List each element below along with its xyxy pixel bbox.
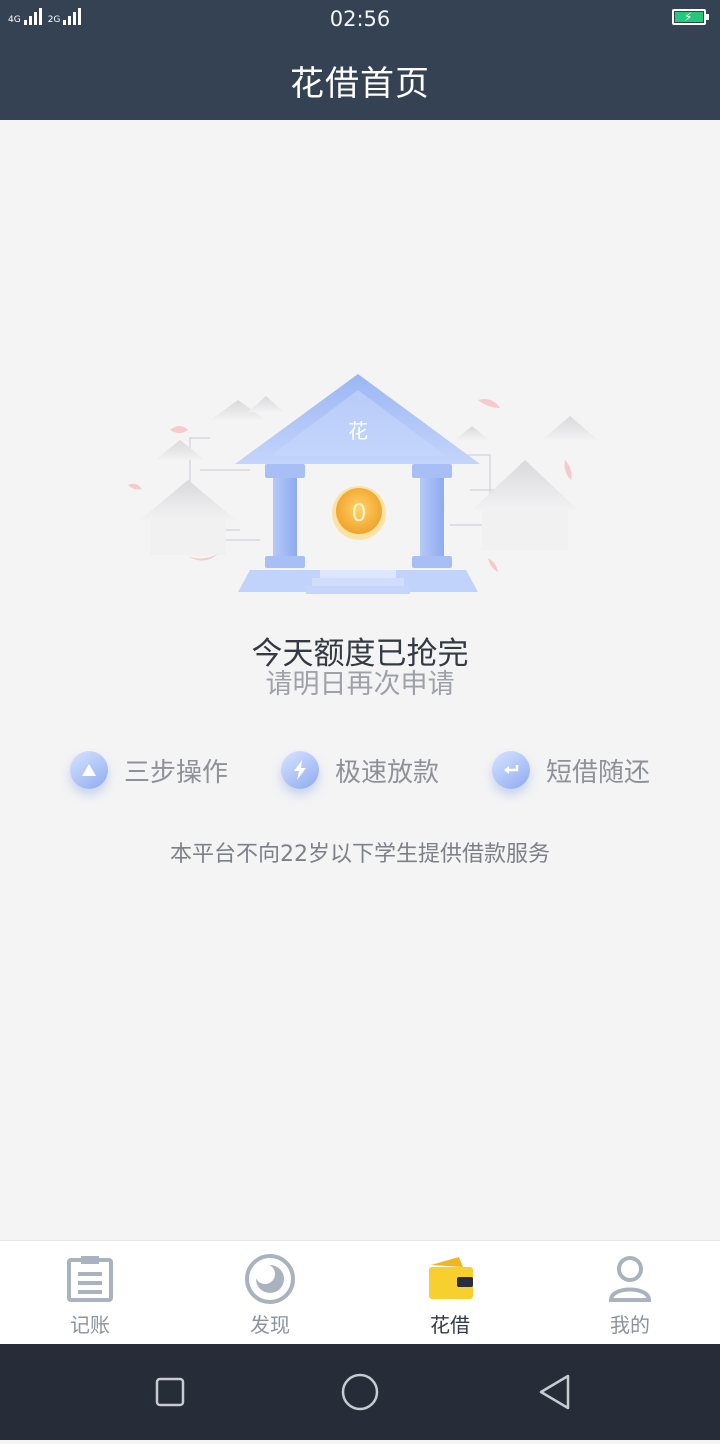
circle-icon <box>341 1373 379 1411</box>
recent-apps-button[interactable] <box>155 1377 185 1407</box>
bank-badge: 花 <box>348 419 368 443</box>
notebook-icon <box>60 1251 120 1307</box>
status-bar: 4G 2G 02:56 ⚡ <box>0 0 720 40</box>
tab-bookkeeping[interactable]: 记账 <box>0 1241 180 1345</box>
profile-icon <box>600 1251 660 1307</box>
tab-discover[interactable]: 发现 <box>180 1241 360 1345</box>
home-button[interactable] <box>341 1373 379 1411</box>
triangle-icon <box>70 751 108 789</box>
tab-label: 我的 <box>610 1313 650 1337</box>
square-icon <box>155 1377 185 1407</box>
lightning-icon <box>281 751 319 789</box>
back-button[interactable] <box>539 1374 570 1410</box>
page-header: 花借首页 <box>0 40 720 120</box>
system-navigation-bar <box>0 1344 720 1440</box>
battery-icon: ⚡ <box>672 9 709 25</box>
tab-label: 记账 <box>70 1313 110 1337</box>
bank-illustration-icon: 花 0 <box>128 374 598 594</box>
tab-label: 发现 <box>250 1313 290 1337</box>
feature-list: 三步操作 极速放款 短借随还 <box>0 740 720 800</box>
feature-fast-loan: 极速放款 <box>281 740 439 800</box>
retry-tomorrow-message: 请明日再次申请 <box>265 669 455 700</box>
back-triangle-icon <box>539 1374 570 1410</box>
tab-huajie[interactable]: 花借 <box>360 1241 540 1345</box>
hero-illustration: 花 0 <box>110 360 610 610</box>
bottom-tab-bar: 记账 发现 花借 我的 <box>0 1240 720 1345</box>
discover-icon <box>240 1251 300 1307</box>
feature-label: 三步操作 <box>124 757 229 788</box>
charging-bolt-icon: ⚡ <box>684 10 693 24</box>
feature-three-steps: 三步操作 <box>70 740 228 800</box>
feature-label: 短借随还 <box>546 757 651 788</box>
status-time: 02:56 <box>329 7 391 31</box>
return-arrow-icon <box>492 751 530 789</box>
tab-label: 花借 <box>430 1313 470 1337</box>
age-restriction-notice: 本平台不向22岁以下学生提供借款服务 <box>170 842 550 867</box>
feature-short-borrow: 短借随还 <box>492 740 650 800</box>
coin-label: 0 <box>351 499 366 527</box>
wallet-icon <box>420 1251 480 1307</box>
tab-mine[interactable]: 我的 <box>540 1241 720 1345</box>
page-title: 花借首页 <box>290 64 430 104</box>
feature-label: 极速放款 <box>335 757 440 788</box>
